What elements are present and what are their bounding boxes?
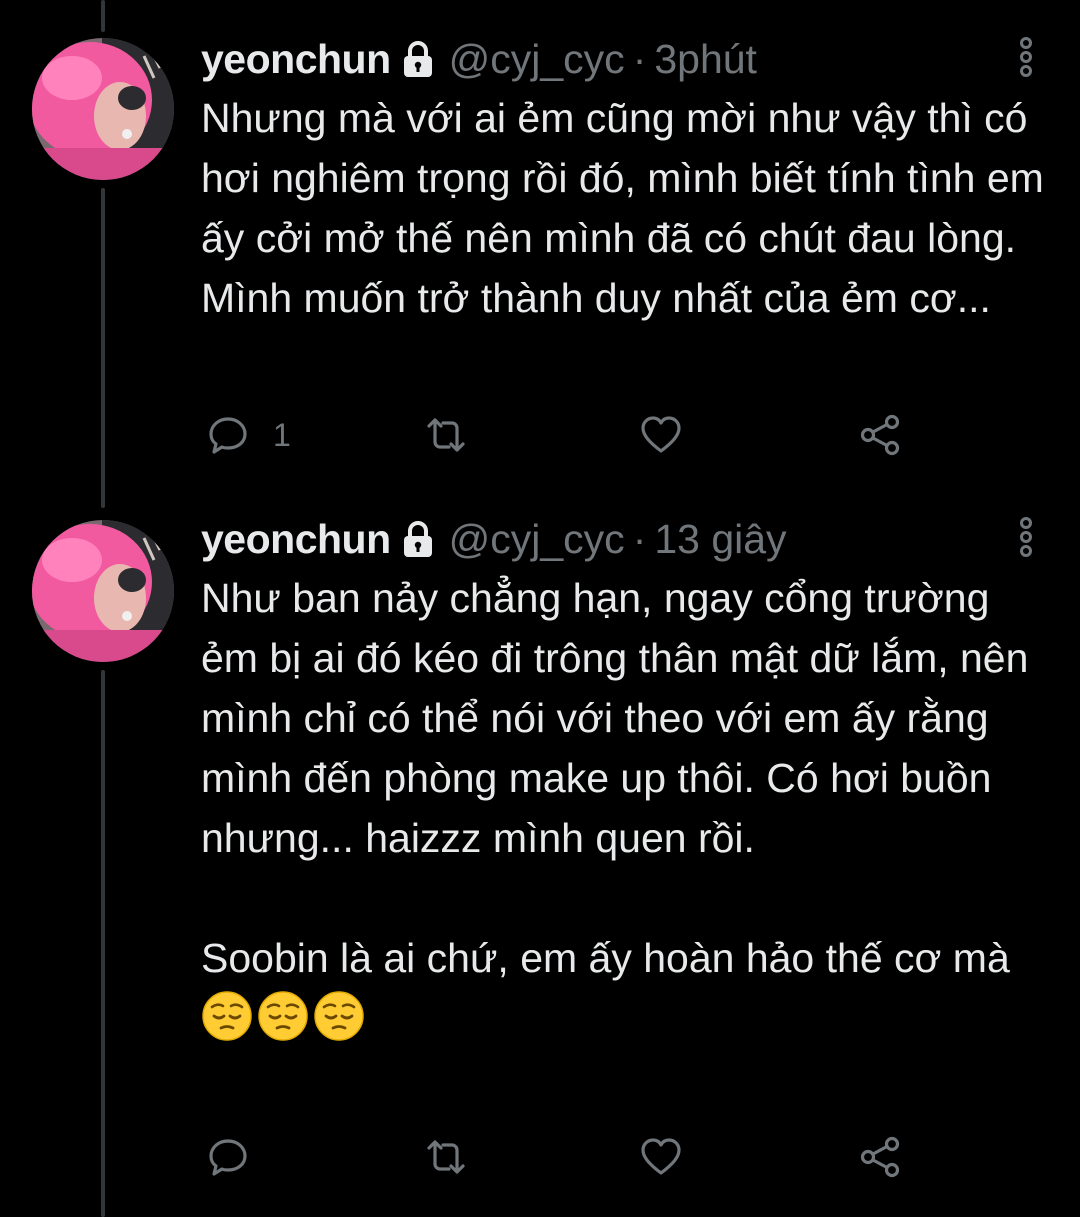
reply-button[interactable] bbox=[207, 1132, 273, 1182]
lock-icon bbox=[397, 38, 439, 80]
handle[interactable]: @cyj_cyc bbox=[449, 34, 625, 84]
display-name[interactable]: yeonchun bbox=[201, 34, 391, 84]
avatar[interactable] bbox=[32, 38, 174, 180]
tweet-actions bbox=[201, 1132, 921, 1182]
share-button[interactable] bbox=[859, 1132, 903, 1182]
avatar-image bbox=[32, 520, 174, 662]
reply-count: 1 bbox=[273, 416, 291, 453]
tweet-text: Nhưng mà với ai ẻm cũng mời như vậy thì … bbox=[201, 95, 1056, 321]
pensive-face-emoji bbox=[313, 990, 365, 1042]
tweet[interactable]: yeonchun @cyj_cyc · 3phút Nhưng mà với a… bbox=[0, 0, 1080, 490]
display-name[interactable]: yeonchun bbox=[201, 514, 391, 564]
share-icon bbox=[859, 1135, 903, 1179]
pensive-face-emoji bbox=[257, 990, 309, 1042]
lock-icon bbox=[397, 518, 439, 560]
share-icon bbox=[859, 413, 903, 457]
share-button[interactable] bbox=[859, 410, 903, 460]
more-options-icon[interactable] bbox=[1014, 516, 1038, 560]
more-options-icon[interactable] bbox=[1014, 36, 1038, 80]
tweet-text-content: Như ban nảy chẳng hạn, ngay cổng trường … bbox=[201, 575, 1029, 981]
heart-icon bbox=[639, 414, 683, 456]
tweet-header: yeonchun @cyj_cyc · 13 giây bbox=[201, 514, 787, 564]
reply-button[interactable]: 1 bbox=[207, 410, 291, 460]
separator-dot: · bbox=[632, 516, 647, 562]
tweet-header: yeonchun @cyj_cyc · 3phút bbox=[201, 34, 757, 84]
avatar-image bbox=[32, 38, 174, 180]
tweet-actions: 1 bbox=[201, 410, 921, 460]
separator-dot: · bbox=[632, 36, 647, 82]
tweet[interactable]: yeonchun @cyj_cyc · 13 giây Như ban nảy … bbox=[0, 490, 1080, 1217]
handle[interactable]: @cyj_cyc bbox=[449, 514, 625, 564]
like-button[interactable] bbox=[639, 410, 707, 460]
heart-icon bbox=[639, 1136, 683, 1178]
tweet-text: Như ban nảy chẳng hạn, ngay cổng trường … bbox=[201, 568, 1051, 1048]
retweet-button[interactable] bbox=[423, 410, 493, 460]
timestamp[interactable]: 13 giây bbox=[654, 514, 786, 564]
retweet-icon bbox=[423, 1136, 469, 1178]
pensive-face-emoji bbox=[201, 990, 253, 1042]
reply-icon bbox=[207, 1136, 249, 1178]
like-button[interactable] bbox=[639, 1132, 707, 1182]
timestamp[interactable]: 3phút bbox=[654, 34, 757, 84]
retweet-button[interactable] bbox=[423, 1132, 493, 1182]
retweet-icon bbox=[423, 414, 469, 456]
avatar[interactable] bbox=[32, 520, 174, 662]
reply-icon bbox=[207, 414, 249, 456]
